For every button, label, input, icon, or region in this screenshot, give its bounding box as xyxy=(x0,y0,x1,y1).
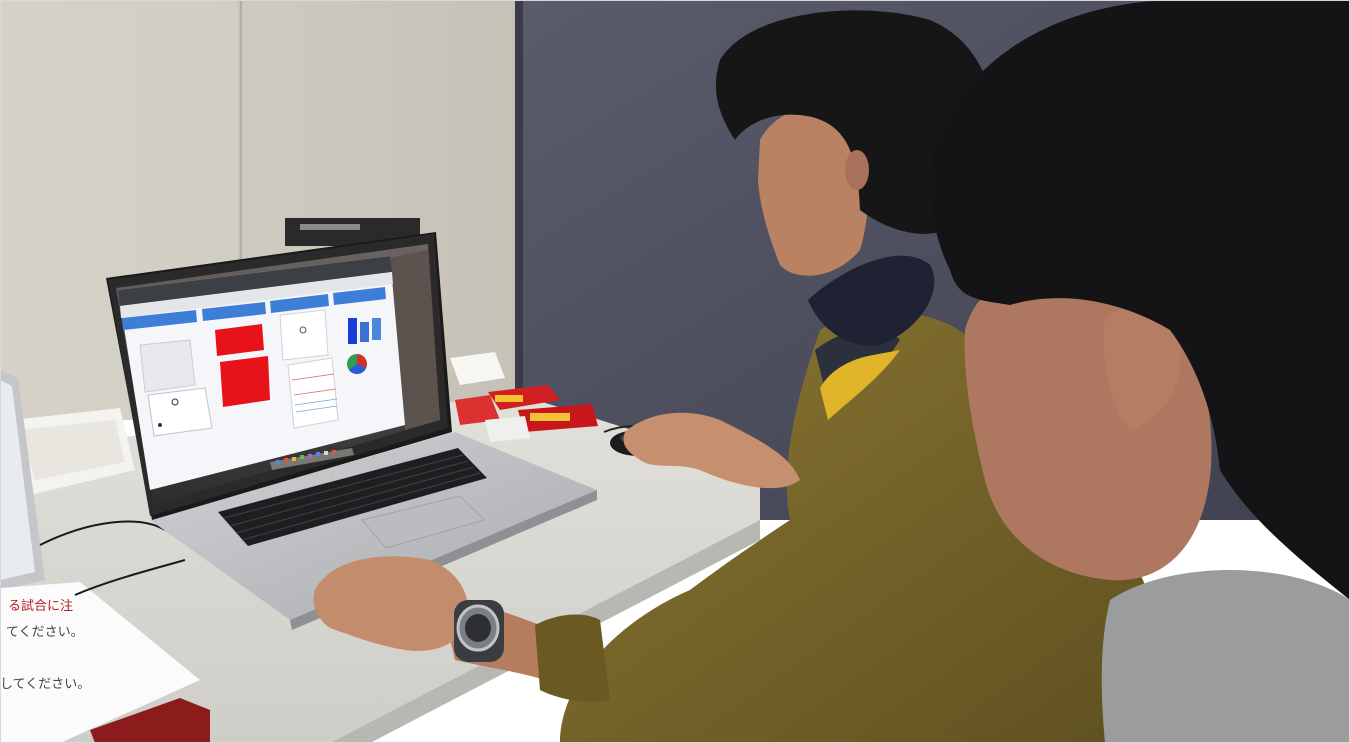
paper-line-3: してください。 xyxy=(0,677,90,692)
photo-scene: る試合に注 てください。 してください。 MacBook Pro xyxy=(0,0,1350,743)
paper-line-2: てください。 xyxy=(6,625,84,640)
wristwatch-icon xyxy=(454,600,504,662)
paper-line-1: る試合に注 xyxy=(8,598,73,614)
